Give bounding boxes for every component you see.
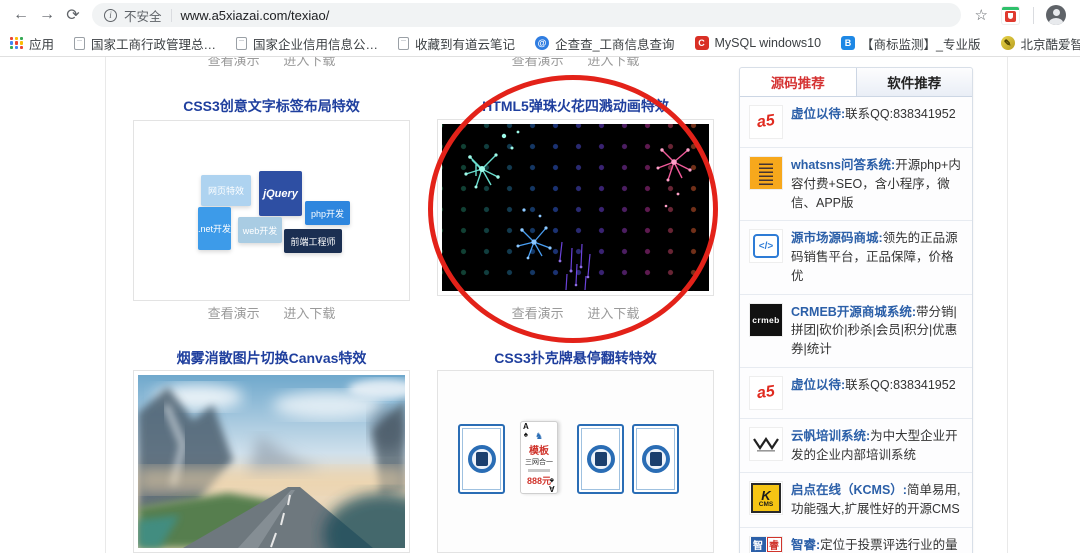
tag-box-dotnet: .net开发 [198, 207, 231, 250]
whatsns-logo-icon [749, 156, 783, 190]
sidebar-item-kcms[interactable]: K CMS 启点在线（KCMS）:简单易用,功能强大,扩展性好的开源CMS [740, 473, 972, 528]
download-link[interactable]: 进入下载 [283, 306, 335, 321]
page-icon [236, 36, 248, 50]
highlight-ellipse [428, 75, 718, 343]
reload-button[interactable]: ⟳ [60, 2, 86, 28]
sidebar-item-crmeb[interactable]: crmeb CRMEB开源商城系统:带分销|拼团|砍价|秒杀|会员|积分|优惠券… [740, 294, 972, 368]
code-window-icon: </> [749, 229, 783, 264]
sidebar-item-a5-1[interactable]: a5 虚位以待:联系QQ:838341952 [740, 97, 972, 148]
sidebar-item-zhirui[interactable]: 智 睿 软 件 智睿:定位于投票评选行业的量身开发，打造行业的领先服务评选品牌 [740, 527, 972, 553]
recommend-panel: 源码推荐 软件推荐 a5 虚位以待:联系QQ:838341952 whatsns… [739, 67, 973, 553]
security-label: 不安全 [124, 9, 162, 24]
sidebar-item-yuanshichang[interactable]: </> 源市场源码商城:领先的正品源码销售平台，正品保障，价格优 [740, 221, 972, 295]
poker-text-1: 模板 [529, 446, 549, 457]
kcms-logo-icon: K CMS [749, 481, 783, 516]
content-left-border [105, 57, 106, 553]
extension-icon[interactable] [1002, 6, 1019, 24]
a5-logo-icon: a5 [749, 105, 783, 139]
landscape-image [138, 375, 405, 548]
yunfan-logo-icon [749, 426, 783, 461]
tag-box-frontend: 前端工程师 [284, 229, 342, 253]
browser-chrome: ← → ⟳ i 不安全 www.a5xiazai.com/texiao/ ☆ 应… [0, 0, 1080, 57]
tag-box-web: web开发 [238, 217, 282, 243]
back-button[interactable]: ← [8, 2, 34, 28]
qichacha-favicon: @ [535, 36, 550, 50]
tag-box-jquery: jQuery [259, 171, 302, 216]
mysql-favicon: C [694, 36, 709, 50]
page-icon [74, 36, 86, 50]
thumbnail-smoke-canvas[interactable] [133, 370, 410, 553]
thumbnail-css3-tags[interactable]: 网页特效 jQuery php开发 .net开发 web开发 前端工程师 [133, 120, 410, 301]
bookmark-item[interactable]: @ 企查查_工商信息查询 [535, 34, 675, 53]
a5-logo-icon: a5 [749, 375, 783, 410]
bookmark-item[interactable]: B 【商标监测】_专业版 [841, 34, 981, 53]
address-bar[interactable]: i 不安全 www.a5xiazai.com/texiao/ [92, 3, 961, 27]
apps-button[interactable]: 应用 [10, 34, 54, 53]
view-demo-link[interactable]: 查看演示 [208, 306, 260, 321]
bookmarks-bar: 应用 国家工商行政管理总… 国家企业信用信息公… 收藏到有道云笔记 @ 企查查_… [0, 30, 1080, 56]
bookmark-item[interactable]: 国家工商行政管理总… [74, 34, 216, 53]
sidebar-item-whatsns[interactable]: whatsns问答系统:开源php+内容付费+SEO，含小程序，微信、APP版 [740, 148, 972, 222]
bookmark-item[interactable]: 收藏到有道云笔记 [398, 34, 515, 53]
zhirui-logo-icon: 智 睿 软 件 [749, 535, 783, 553]
bookmark-item[interactable]: ✎ 北京酷爱智慧知识产… [1000, 34, 1080, 53]
apps-grid-icon [10, 36, 23, 50]
bookmark-star-icon[interactable]: ☆ [975, 6, 988, 24]
kuai-favicon: ✎ [1000, 36, 1015, 50]
tag-box: 网页特效 [201, 175, 251, 206]
profile-avatar[interactable] [1046, 5, 1066, 25]
bookmark-item[interactable]: 国家企业信用信息公… [236, 34, 378, 53]
content-right-border [1007, 57, 1008, 553]
url-text: www.a5xiazai.com/texiao/ [180, 7, 330, 23]
thumbnail-poker-flip[interactable]: A ♠ ♞ 模板 三网合一 888元 A ♠ [437, 370, 714, 553]
toolbar-separator [1033, 6, 1034, 24]
card-title-css3-tags[interactable]: CSS3创意文字标签布局特效 [133, 96, 410, 116]
sidebar-item-yunfan[interactable]: 云帆培训系统:为中大型企业开发的企业内部培训系统 [740, 418, 972, 474]
trademark-favicon: B [841, 36, 856, 50]
tag-box-php: php开发 [305, 201, 350, 225]
crmeb-logo-icon: crmeb [749, 302, 783, 337]
poker-card-back [632, 424, 679, 494]
tab-source-recommend[interactable]: 源码推荐 [740, 68, 857, 96]
info-icon[interactable]: i [104, 8, 117, 22]
bookmark-item[interactable]: C MySQL windows10 [694, 36, 821, 50]
card-title-poker-flip[interactable]: CSS3扑克牌悬停翻转特效 [437, 348, 714, 368]
poker-card-back [577, 424, 624, 494]
card-title-smoke-canvas[interactable]: 烟雾消散图片切换Canvas特效 [133, 348, 410, 368]
poker-card-face: A ♠ ♞ 模板 三网合一 888元 A ♠ [520, 421, 558, 494]
page-icon [398, 36, 410, 50]
card-links-css3-tags: 查看演示 进入下载 [133, 303, 410, 322]
tab-software-recommend[interactable]: 软件推荐 [857, 68, 973, 96]
sidebar-item-a5-2[interactable]: a5 虚位以待:联系QQ:838341952 [740, 367, 972, 419]
forward-button[interactable]: → [34, 2, 60, 28]
poker-text-2: 三网合一 [525, 459, 553, 466]
poker-small-text-bar [528, 469, 550, 472]
poker-card-back [458, 424, 505, 494]
address-separator [170, 8, 172, 22]
